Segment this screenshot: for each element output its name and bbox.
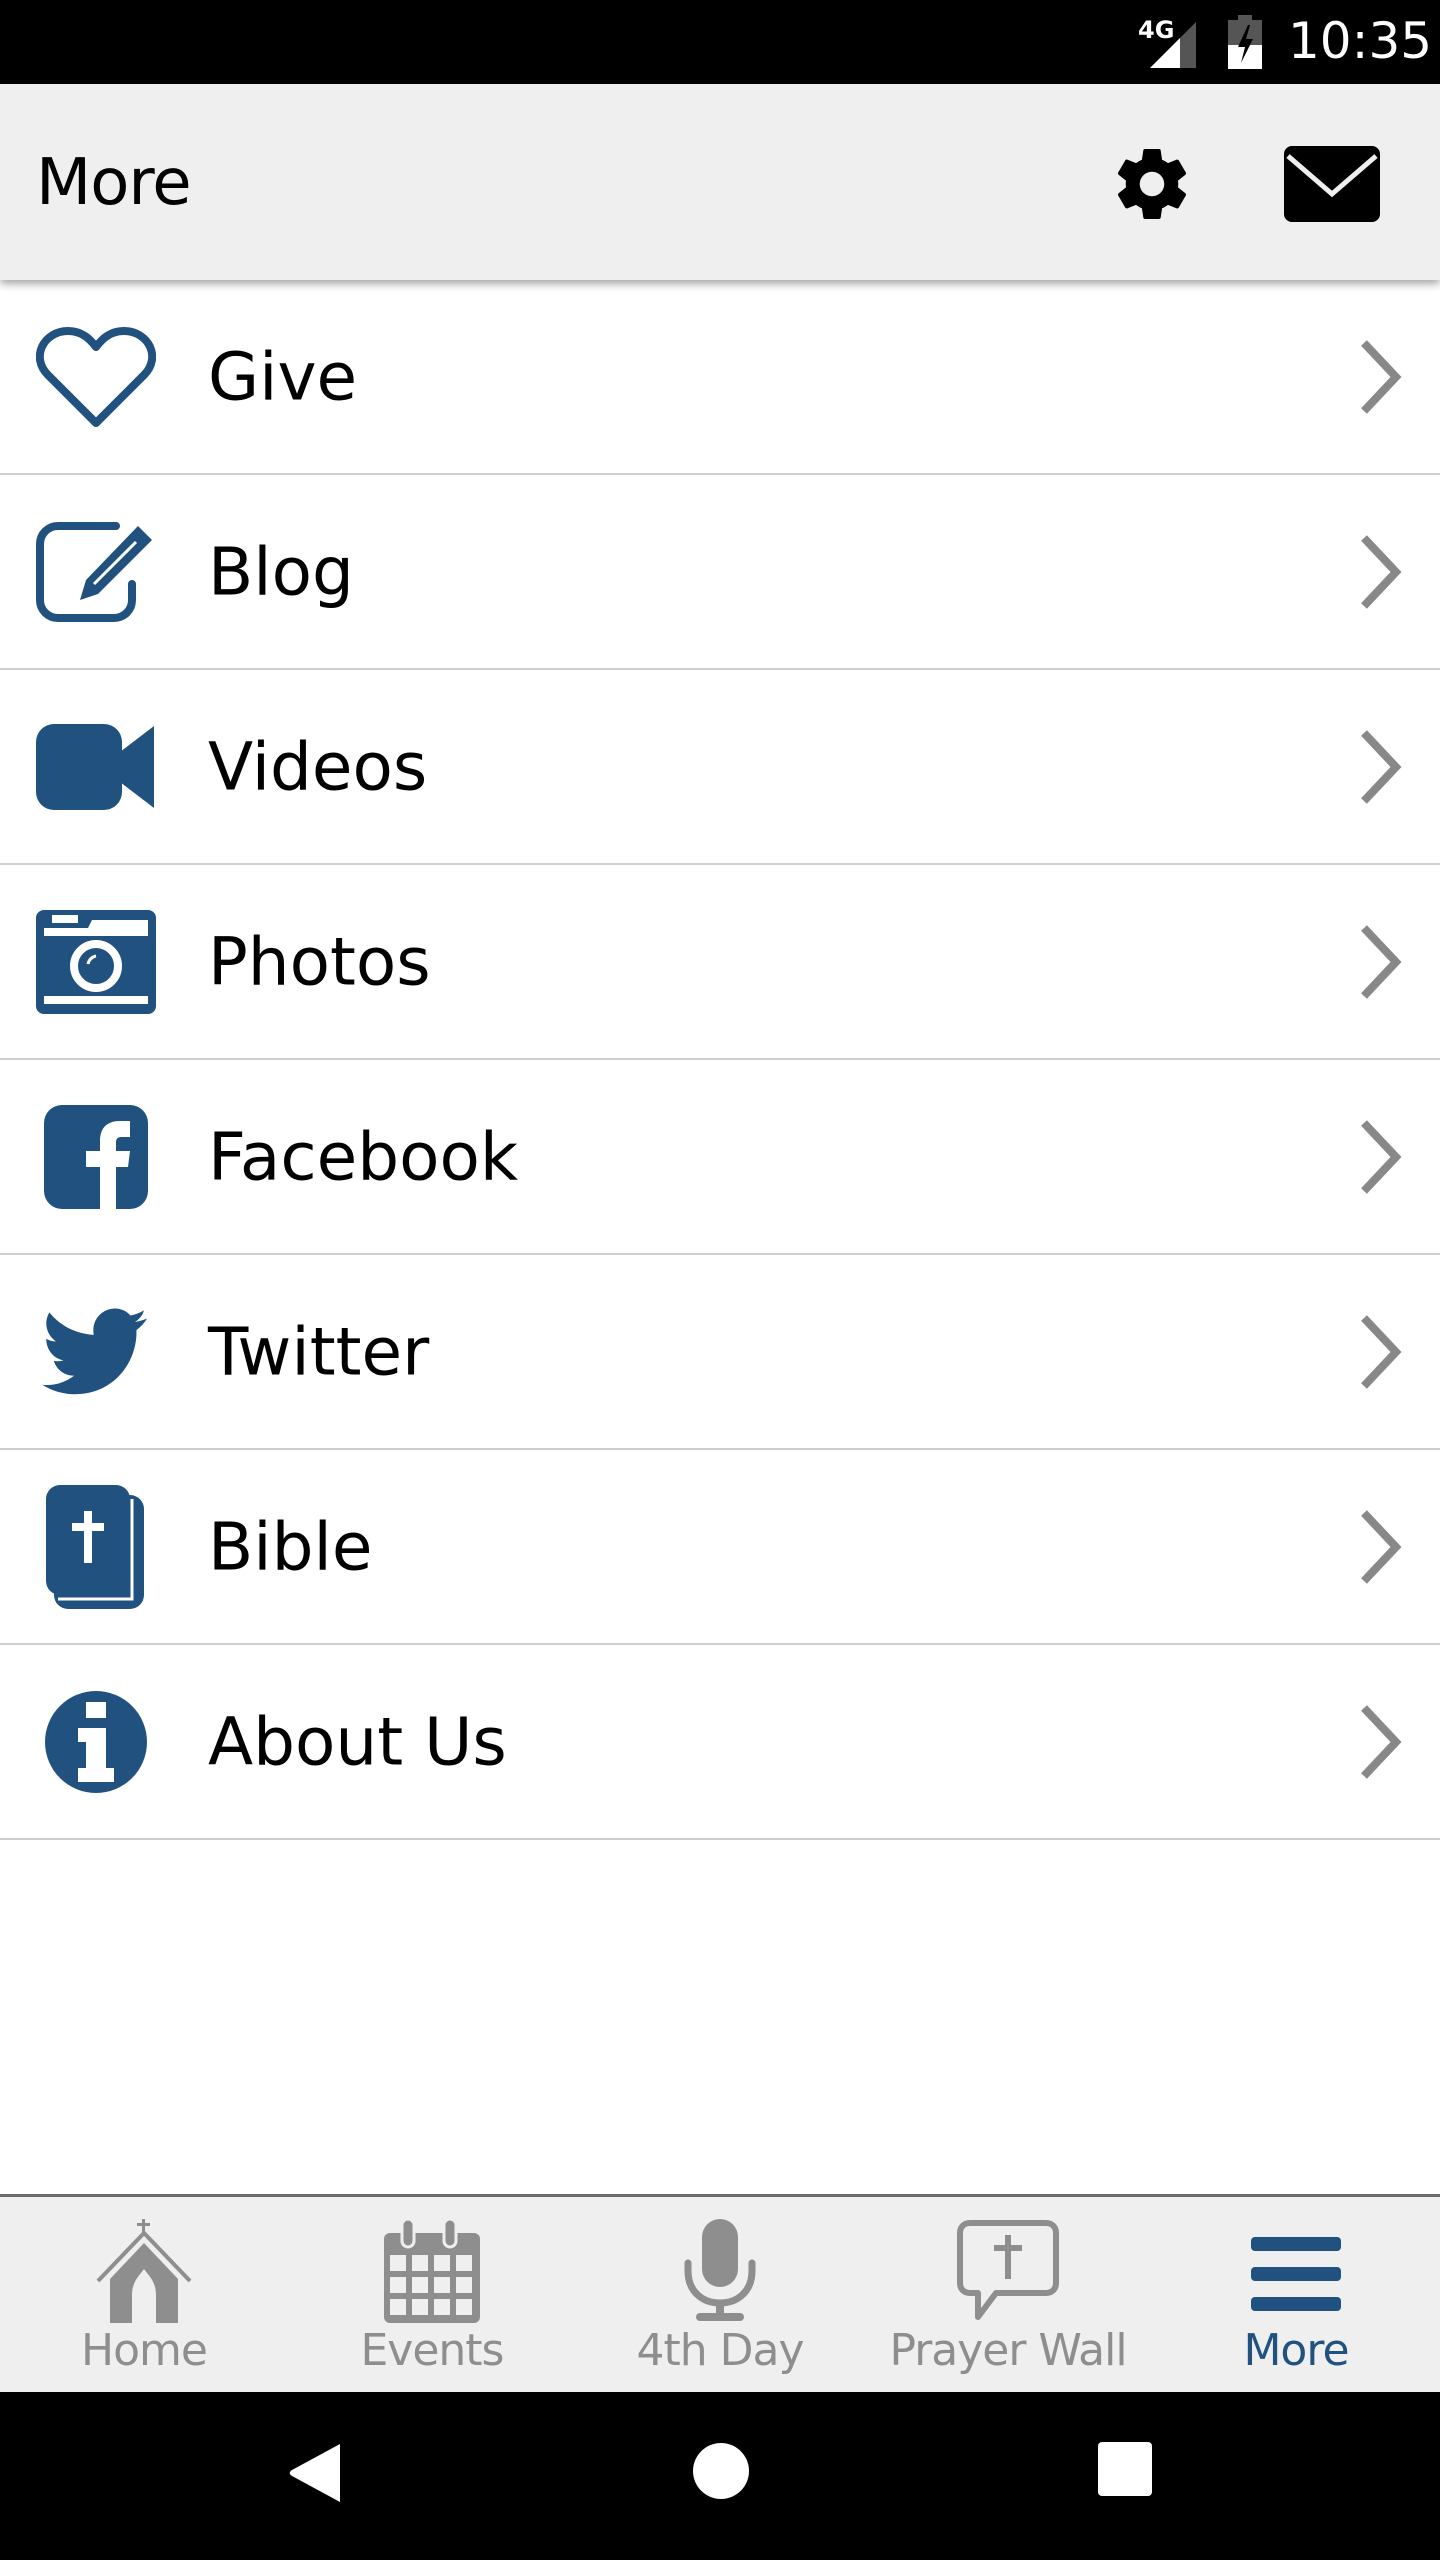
menu-item-twitter[interactable]: Twitter	[0, 1255, 1440, 1450]
tab-events[interactable]: Events	[288, 2197, 576, 2392]
menu-item-about-us[interactable]: About Us	[0, 1645, 1440, 1840]
facebook-icon	[36, 1102, 156, 1212]
recents-icon[interactable]	[1098, 2442, 1152, 2496]
video-camera-icon	[36, 712, 156, 822]
camera-icon	[36, 907, 156, 1017]
menu-item-blog[interactable]: Blog	[0, 475, 1440, 670]
menu-item-label: About Us	[208, 1703, 507, 1780]
edit-icon	[36, 517, 156, 627]
prayer-bubble-icon	[953, 2219, 1063, 2323]
menu-item-facebook[interactable]: Facebook	[0, 1060, 1440, 1255]
calendar-icon	[377, 2219, 487, 2323]
back-icon[interactable]	[288, 2442, 344, 2504]
menu-item-videos[interactable]: Videos	[0, 670, 1440, 865]
system-navigation-bar	[0, 2392, 1440, 2560]
menu-item-label: Twitter	[208, 1313, 430, 1390]
tab-label: Events	[360, 2325, 505, 2376]
chevron-right-icon	[1361, 1509, 1402, 1584]
mail-icon[interactable]	[1284, 146, 1380, 222]
tab-label: More	[1243, 2325, 1349, 2376]
microphone-icon	[665, 2219, 775, 2323]
tab-label: Prayer Wall	[889, 2325, 1127, 2376]
menu-item-bible[interactable]: Bible	[0, 1450, 1440, 1645]
page-title: More	[36, 146, 192, 220]
chevron-right-icon	[1361, 1314, 1402, 1389]
church-icon	[89, 2219, 199, 2323]
info-icon	[36, 1687, 156, 1797]
more-menu-list: Give Blog Videos Photos Facebook Twitter…	[0, 280, 1440, 1840]
bottom-tab-bar: Home Events 4th Day Prayer Wall More	[0, 2194, 1440, 2392]
tab-4th-day[interactable]: 4th Day	[576, 2197, 864, 2392]
signal-icon	[1150, 22, 1196, 68]
tab-more[interactable]: More	[1152, 2197, 1440, 2392]
heart-icon	[36, 322, 156, 432]
menu-item-label: Videos	[208, 728, 428, 805]
chevron-right-icon	[1361, 1704, 1402, 1779]
home-circle-icon[interactable]	[692, 2442, 750, 2500]
status-bar: 4G 10:35	[0, 0, 1440, 84]
battery-charging-icon	[1228, 15, 1262, 69]
chevron-right-icon	[1361, 924, 1402, 999]
menu-item-label: Blog	[208, 533, 354, 610]
menu-item-photos[interactable]: Photos	[0, 865, 1440, 1060]
menu-item-label: Give	[208, 338, 358, 415]
clock: 10:35	[1288, 12, 1433, 70]
chevron-right-icon	[1361, 1119, 1402, 1194]
tab-home[interactable]: Home	[0, 2197, 288, 2392]
bible-icon	[36, 1484, 156, 1609]
chevron-right-icon	[1361, 534, 1402, 609]
menu-item-label: Bible	[208, 1508, 373, 1585]
tab-label: Home	[81, 2325, 208, 2376]
menu-icon	[1241, 2219, 1351, 2323]
chevron-right-icon	[1361, 339, 1402, 414]
gear-icon[interactable]	[1110, 142, 1194, 226]
tab-prayer-wall[interactable]: Prayer Wall	[864, 2197, 1152, 2392]
menu-item-label: Facebook	[208, 1118, 519, 1195]
chevron-right-icon	[1361, 729, 1402, 804]
menu-item-give[interactable]: Give	[0, 280, 1440, 475]
app-header: More	[0, 84, 1440, 280]
tab-label: 4th Day	[636, 2325, 804, 2376]
twitter-icon	[36, 1297, 156, 1407]
menu-item-label: Photos	[208, 923, 431, 1000]
